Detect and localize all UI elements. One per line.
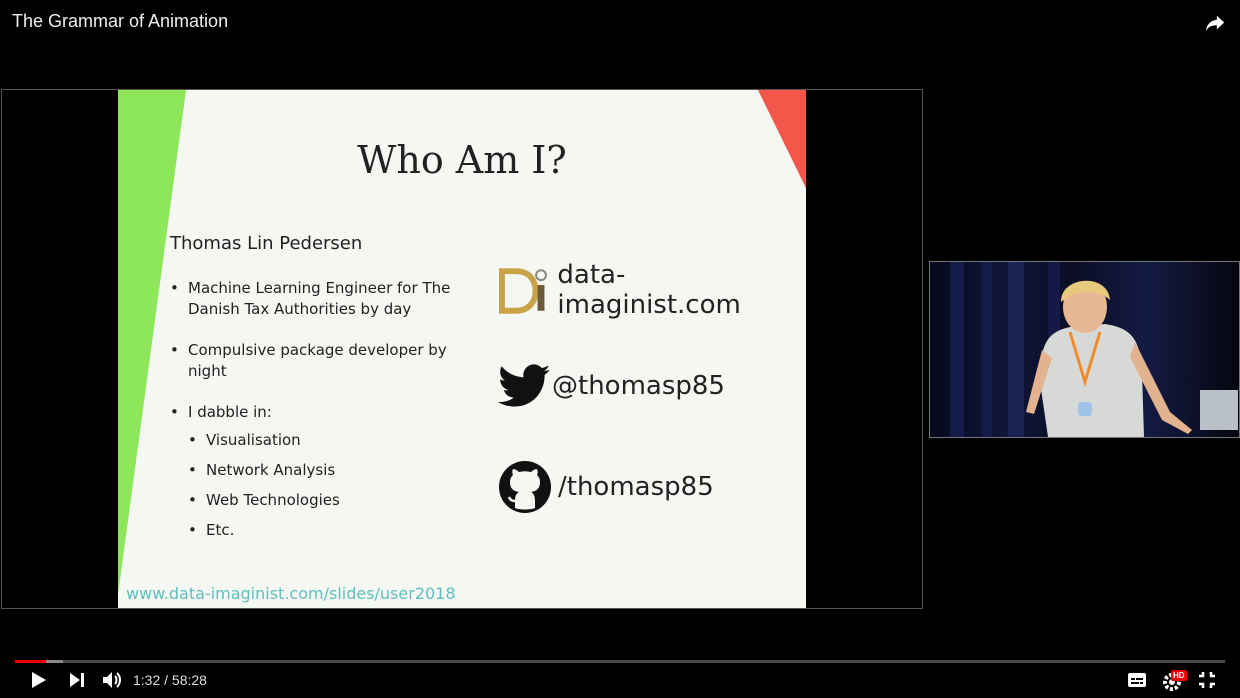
twitter-handle: @thomasp85 bbox=[552, 371, 725, 401]
volume-icon bbox=[103, 672, 121, 688]
video-player[interactable]: Who Am I? Thomas Lin Pedersen Machine Le… bbox=[1, 89, 923, 609]
interest-item: Visualisation bbox=[188, 430, 470, 451]
share-button[interactable] bbox=[1204, 12, 1226, 34]
exit-fullscreen-button[interactable] bbox=[1198, 671, 1216, 694]
interests-list: Visualisation Network Analysis Web Techn… bbox=[188, 430, 470, 541]
subtitles-button[interactable] bbox=[1127, 672, 1147, 693]
bio-item-label: I dabble in: bbox=[188, 403, 272, 421]
share-icon bbox=[1205, 15, 1225, 32]
github-contact: /thomasp85 bbox=[498, 460, 714, 514]
interest-item: Web Technologies bbox=[188, 490, 470, 511]
slide-url: www.data-imaginist.com/slides/user2018 bbox=[126, 584, 456, 603]
website-contact: data-imaginist.com bbox=[498, 260, 806, 320]
speaker-name: Thomas Lin Pedersen bbox=[170, 233, 363, 254]
presentation-slide: Who Am I? Thomas Lin Pedersen Machine Le… bbox=[118, 90, 806, 608]
data-imaginist-logo-icon bbox=[498, 268, 547, 314]
volume-button[interactable] bbox=[101, 669, 123, 696]
subtitles-icon bbox=[1128, 673, 1146, 687]
twitter-bird-icon bbox=[498, 364, 550, 407]
time-display: 1:32 / 58:28 bbox=[133, 672, 207, 688]
next-button[interactable] bbox=[68, 671, 86, 694]
hd-badge: HD bbox=[1171, 670, 1187, 681]
slide-heading: Who Am I? bbox=[357, 138, 567, 182]
next-icon bbox=[70, 673, 84, 687]
interest-item: Etc. bbox=[188, 520, 470, 541]
play-button[interactable] bbox=[28, 670, 48, 695]
bio-item: Compulsive package developer by night bbox=[170, 340, 470, 382]
github-icon bbox=[499, 461, 551, 513]
interest-item: Network Analysis bbox=[188, 460, 470, 481]
played-bar bbox=[15, 660, 47, 663]
bio-list: Machine Learning Engineer for The Danish… bbox=[170, 278, 470, 561]
speaker-figure bbox=[950, 262, 1238, 437]
bio-item: Machine Learning Engineer for The Danish… bbox=[170, 278, 470, 320]
play-icon bbox=[32, 672, 46, 688]
bio-item: I dabble in: Visualisation Network Analy… bbox=[170, 402, 470, 541]
speaker-camera-view bbox=[929, 261, 1240, 438]
github-handle: /thomasp85 bbox=[558, 472, 714, 502]
player-controls: 1:32 / 58:28 HD bbox=[0, 652, 1240, 698]
exit-fullscreen-icon bbox=[1199, 672, 1215, 688]
website-text: data-imaginist.com bbox=[557, 260, 741, 320]
settings-button[interactable]: HD bbox=[1162, 670, 1188, 692]
progress-bar[interactable] bbox=[15, 660, 1225, 663]
video-title: The Grammar of Animation bbox=[12, 11, 229, 31]
twitter-contact: @thomasp85 bbox=[498, 363, 725, 409]
